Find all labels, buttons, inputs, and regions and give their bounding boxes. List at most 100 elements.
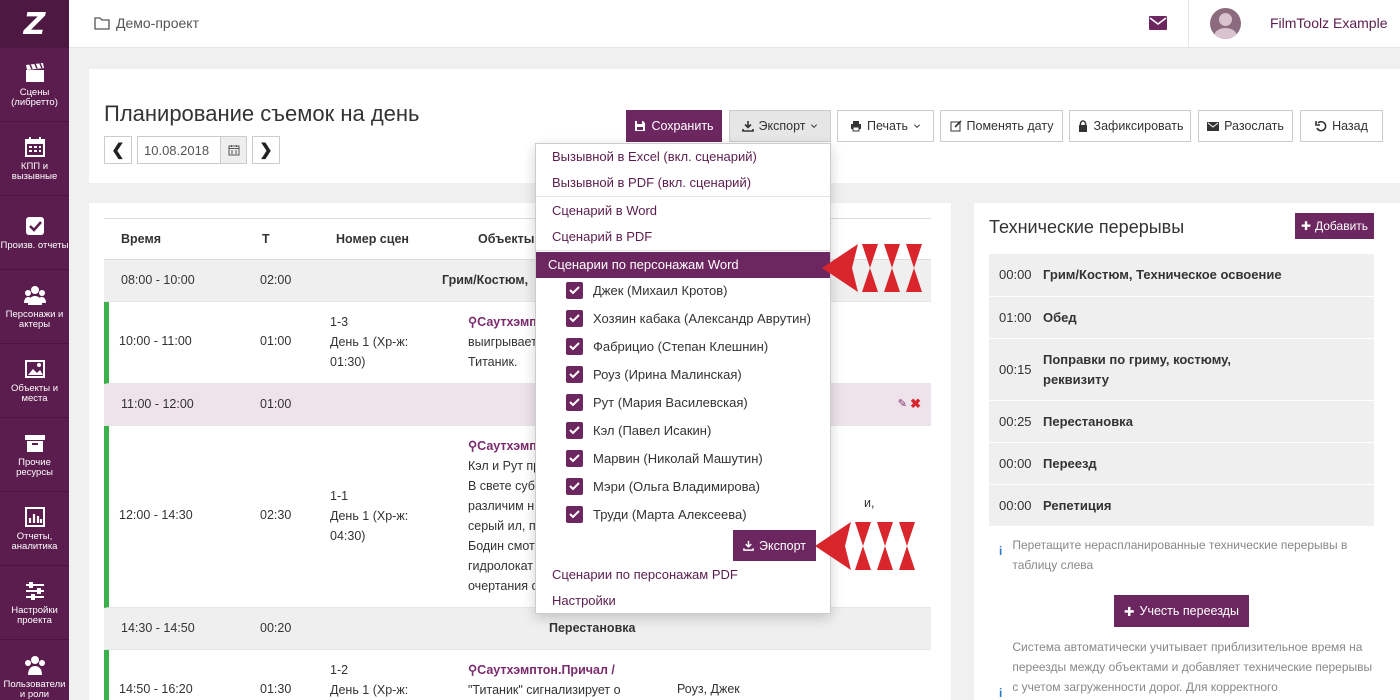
row-time: 14:50 - 16:20 [119, 682, 193, 696]
add-break-button[interactable]: ✚ Добавить [1295, 213, 1374, 239]
map-marker-icon: ⚲ [468, 315, 478, 329]
envelope-icon[interactable] [1149, 16, 1167, 30]
row-duration: 01:30 [260, 682, 292, 696]
row-duration: 02:00 [260, 273, 292, 287]
row-scene: 1-2 День 1 (Хр-ж: [330, 663, 409, 697]
sliders-icon [25, 581, 44, 600]
edit-icon [950, 120, 962, 132]
menu-item-settings[interactable]: Настройки [552, 593, 616, 608]
checkbox-checked-icon[interactable] [566, 366, 583, 383]
sidebar-item-users[interactable]: Пользователи и роли [0, 640, 69, 700]
date-input[interactable]: 10.08.2018 [137, 136, 247, 164]
back-button[interactable]: Назад [1300, 110, 1383, 142]
export-dropdown: Вызывной в Excel (вкл. сценарий) Вызывно… [535, 143, 831, 614]
menu-divider [536, 250, 830, 251]
account-moves-button[interactable]: ✚ Учесть переезды [1114, 595, 1249, 627]
checkbox-checked-icon[interactable] [566, 394, 583, 411]
character-checkbox-row[interactable]: Рут (Мария Василевская) [566, 394, 748, 411]
table-row[interactable]: 14:30 - 14:50 00:20 Перестановка [104, 608, 931, 650]
checkbox-checked-icon[interactable] [566, 422, 583, 439]
row-scene: 1-1 День 1 (Хр-ж: 04:30) [330, 489, 409, 543]
send-button[interactable]: Разослать [1198, 110, 1293, 142]
row-extra: и, [864, 496, 875, 510]
user-name[interactable]: FilmToolz Example [1270, 15, 1387, 31]
drag-hint: i Перетащите нераспланированные техничес… [999, 535, 1379, 575]
row-duration: 01:00 [260, 397, 292, 411]
row-object: ⚲Саутхэмптон.Причал / "Титаник" сигнализ… [468, 663, 621, 697]
row-time: 11:00 - 12:00 [121, 397, 194, 411]
character-checkbox-row[interactable]: Джек (Михаил Кротов) [566, 282, 728, 299]
envelope-icon [1207, 122, 1220, 131]
sidebar-item-label: Произв. отчеты [0, 239, 69, 251]
character-checkbox-row[interactable]: Фабрицио (Степан Клешнин) [566, 338, 768, 355]
menu-item-call-excel[interactable]: Вызывной в Excel (вкл. сценарий) [552, 149, 757, 164]
sidebar-item-label: Настройки проекта [11, 604, 58, 626]
sidebar-item-label: Персонажи и актеры [5, 308, 64, 330]
map-marker-icon: ⚲ [468, 663, 478, 677]
change-date-button[interactable]: Поменять дату [940, 110, 1063, 142]
break-item[interactable]: 00:00 Переезд [989, 442, 1374, 484]
print-button[interactable]: Печать [837, 110, 934, 142]
column-header-time: Время [121, 232, 161, 246]
checkbox-checked-icon[interactable] [566, 478, 583, 495]
export-button[interactable]: Экспорт [729, 110, 831, 142]
menu-item-script-pdf[interactable]: Сценарий в PDF [552, 229, 652, 244]
break-item[interactable]: 00:25 Перестановка [989, 400, 1374, 442]
calendar-icon[interactable] [220, 137, 246, 163]
menu-item-by-character-word[interactable]: Сценарии по персонажам Word [536, 252, 830, 278]
pencil-icon[interactable]: ✎ [898, 397, 907, 410]
break-item[interactable]: 00:00 Грим/Костюм, Техническое освоение [989, 254, 1374, 296]
app-logo[interactable]: Z [0, 0, 69, 48]
character-checkbox-row[interactable]: Роуз (Ирина Малинская) [566, 366, 742, 383]
menu-item-script-word[interactable]: Сценарий в Word [552, 203, 657, 218]
menu-item-by-character-pdf[interactable]: Сценарии по персонажам PDF [552, 567, 738, 582]
save-button[interactable]: Сохранить [626, 110, 722, 142]
lock-button[interactable]: Зафиксировать [1069, 110, 1191, 142]
send-label: Разослать [1224, 119, 1284, 133]
breaks-title: Технические перерывы [989, 217, 1185, 237]
row-title: Грим/Костюм, [442, 273, 529, 287]
break-item[interactable]: 00:15 Поправки по гриму, костюму, реквизи… [989, 338, 1374, 400]
avatar[interactable] [1210, 8, 1241, 39]
sidebar-item-locations[interactable]: Объекты и места [0, 344, 69, 418]
menu-item-call-pdf[interactable]: Вызывной в PDF (вкл. сценарий) [552, 175, 751, 190]
sidebar-item-label: Отчеты, аналитика [11, 530, 58, 552]
sidebar-item-settings[interactable]: Настройки проекта [0, 566, 69, 640]
sidebar-item-characters[interactable]: Персонажи и актеры [0, 270, 69, 344]
table-row[interactable]: 14:50 - 16:20 01:30 1-2 День 1 (Хр-ж: ⚲Са… [104, 650, 931, 700]
character-checkbox-row[interactable]: Хозяин кабака (Александр Аврутин) [566, 310, 811, 327]
sidebar-item-analytics[interactable]: Отчеты, аналитика [0, 492, 69, 566]
sidebar-item-callsheets[interactable]: КПП и вызывные [0, 122, 69, 196]
checkbox-checked-icon[interactable] [566, 282, 583, 299]
checkbox-checked-icon[interactable] [566, 450, 583, 467]
breadcrumb[interactable]: Демо-проект [94, 15, 199, 31]
character-checkbox-row[interactable]: Марвин (Николай Машутин) [566, 450, 763, 467]
chevron-down-icon [811, 124, 818, 129]
people-icon [23, 285, 46, 305]
character-checkbox-row[interactable]: Труди (Марта Алексеева) [566, 506, 747, 523]
sidebar-item-reports-prod[interactable]: Произв. отчеты [0, 196, 69, 270]
annotation-arrow-icon [822, 244, 922, 292]
checkbox-checked-icon[interactable] [566, 338, 583, 355]
break-item[interactable]: 00:00 Репетиция [989, 484, 1374, 526]
delete-icon[interactable]: ✖ [910, 396, 921, 412]
row-duration: 01:00 [260, 334, 292, 348]
sidebar: Z Сцены (либретто) КПП и вызывные Произв… [0, 0, 69, 700]
break-item[interactable]: 01:00 Обед [989, 296, 1374, 338]
character-checkbox-row[interactable]: Мэри (Ольга Владимирова) [566, 478, 760, 495]
export-characters-button[interactable]: Экспорт [733, 530, 816, 561]
bar-chart-icon [24, 506, 45, 527]
archive-icon [24, 434, 45, 452]
checkbox-checked-icon[interactable] [566, 310, 583, 327]
sidebar-item-resources[interactable]: Прочие ресурсы [0, 418, 69, 492]
next-day-button[interactable]: ❯ [252, 136, 280, 164]
calendar-icon [24, 136, 45, 157]
checkbox-icon [25, 216, 44, 235]
download-icon [741, 121, 754, 132]
checkbox-checked-icon[interactable] [566, 506, 583, 523]
prev-day-button[interactable]: ❮ [104, 136, 132, 164]
sidebar-item-scenes[interactable]: Сцены (либретто) [0, 48, 69, 122]
lock-icon [1078, 120, 1087, 132]
lock-label: Зафиксировать [1093, 119, 1184, 133]
character-checkbox-row[interactable]: Кэл (Павел Исакин) [566, 422, 711, 439]
